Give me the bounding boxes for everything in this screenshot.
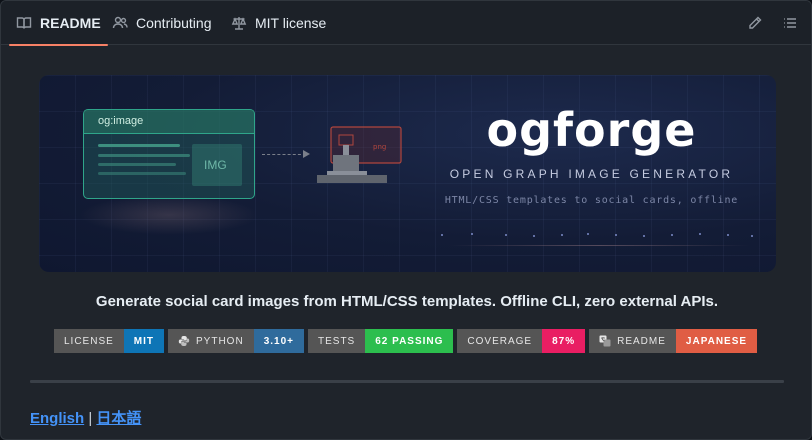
book-icon <box>16 15 32 31</box>
og-card-illustration: og:image IMG <box>83 109 255 199</box>
card-line <box>98 172 186 175</box>
japanese-link[interactable]: 日本語 <box>96 410 141 427</box>
coverage-badge[interactable]: COVERAGE 87% <box>457 329 586 353</box>
tab-mit-license[interactable]: MIT license <box>231 1 326 45</box>
translate-icon <box>599 335 611 347</box>
machine-label: png <box>373 143 386 151</box>
tab-bar: README Contributing MIT license <box>1 1 811 46</box>
brand-block: ogforge OPEN GRAPH IMAGE GENERATOR HTML/… <box>424 103 759 206</box>
arrow-line <box>262 154 306 155</box>
badge-key: TESTS <box>308 329 366 353</box>
printer-icon: png <box>315 125 405 191</box>
card-line <box>98 144 180 147</box>
hero-banner: og:image IMG png ogforge OPEN GRAPH IMAG… <box>39 75 776 272</box>
badge-row: LICENSE MIT PYTHON 3.10+ TESTS 62 PASSIN… <box>54 329 758 353</box>
badge-value: 62 PASSING <box>365 329 454 353</box>
license-badge[interactable]: LICENSE MIT <box>54 329 165 353</box>
badge-value: JAPANESE <box>675 329 758 353</box>
badge-key-wrapper: README <box>589 329 676 353</box>
badge-value: MIT <box>123 329 165 353</box>
outline-button[interactable] <box>780 13 800 33</box>
python-badge[interactable]: PYTHON 3.10+ <box>168 329 304 353</box>
english-link[interactable]: English <box>30 410 84 427</box>
card-line <box>98 154 190 157</box>
badge-key: README <box>617 335 666 347</box>
python-icon <box>178 336 190 346</box>
card-line <box>98 163 176 166</box>
readme-language-badge[interactable]: README JAPANESE <box>589 329 758 353</box>
tab-label: MIT license <box>255 15 327 31</box>
tab-label: README <box>40 15 101 31</box>
tab-contributing[interactable]: Contributing <box>112 1 212 45</box>
readme-panel: README Contributing MIT license og:image <box>0 0 812 440</box>
card-label: og:image <box>84 110 254 134</box>
tab-label: Contributing <box>136 15 212 31</box>
edit-button[interactable] <box>745 13 765 33</box>
badge-key: COVERAGE <box>457 329 543 353</box>
brand-title: ogforge <box>486 103 697 157</box>
people-icon <box>112 15 128 31</box>
language-separator: | <box>84 410 97 427</box>
arrow-icon <box>303 150 310 158</box>
list-icon <box>784 18 796 28</box>
project-tagline: Generate social card images from HTML/CS… <box>95 293 719 310</box>
badge-key: LICENSE <box>54 329 124 353</box>
badge-value: 87% <box>542 329 586 353</box>
brand-description: HTML/CSS templates to social cards, offl… <box>444 195 739 206</box>
law-icon <box>231 15 247 31</box>
card-image-placeholder: IMG <box>192 144 242 186</box>
hero-baseline <box>449 245 749 246</box>
pencil-icon <box>749 16 762 29</box>
badge-key-wrapper: PYTHON <box>168 329 254 353</box>
tab-readme[interactable]: README <box>9 1 108 46</box>
tests-badge[interactable]: TESTS 62 PASSING <box>308 329 454 353</box>
badge-key: PYTHON <box>196 335 244 347</box>
decorative-dots <box>399 230 769 250</box>
brand-subtitle: OPEN GRAPH IMAGE GENERATOR <box>449 167 734 181</box>
language-switcher: English | 日本語 <box>30 407 141 428</box>
badge-value: 3.10+ <box>253 329 304 353</box>
card-glow <box>79 195 259 235</box>
section-divider <box>30 380 784 383</box>
